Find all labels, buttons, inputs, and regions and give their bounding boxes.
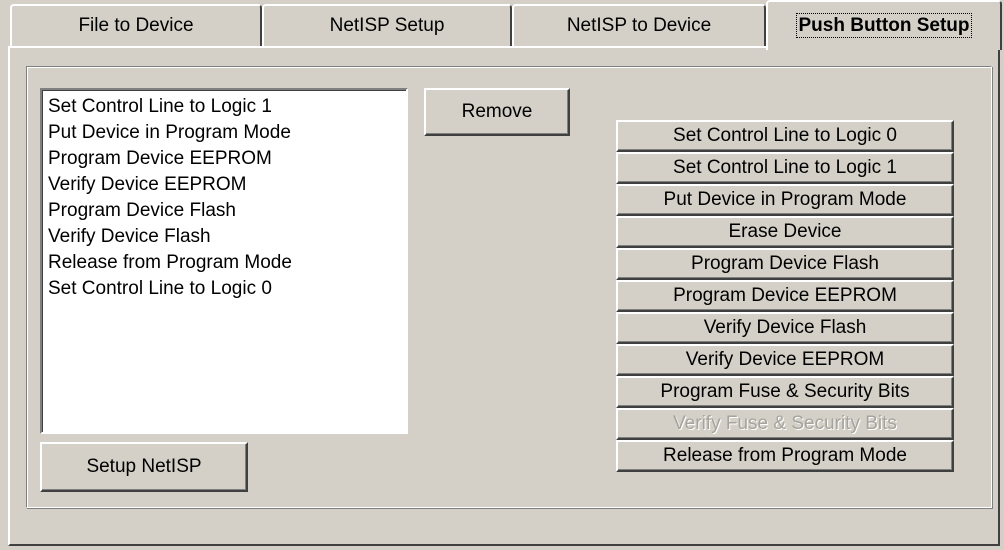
- remove-button[interactable]: Remove: [424, 88, 570, 136]
- program-fuse-security-bits-button[interactable]: Program Fuse & Security Bits: [616, 376, 954, 408]
- tab-push-button-setup[interactable]: Push Button Setup: [766, 0, 1002, 50]
- verify-device-eeprom-button[interactable]: Verify Device EEPROM: [616, 344, 954, 376]
- tab-label: File to Device: [78, 15, 194, 36]
- push-button-setup-window: File to Device NetISP Setup NetISP to De…: [0, 0, 1004, 550]
- verify-fuse-security-bits-button: Verify Fuse & Security Bits: [616, 408, 954, 440]
- tab-file-to-device[interactable]: File to Device: [10, 4, 262, 48]
- program-device-eeprom-button[interactable]: Program Device EEPROM: [616, 280, 954, 312]
- list-item[interactable]: Set Control Line to Logic 1: [48, 94, 400, 120]
- put-device-in-program-mode-button[interactable]: Put Device in Program Mode: [616, 184, 954, 216]
- list-item[interactable]: Verify Device Flash: [48, 224, 400, 250]
- list-item[interactable]: Program Device EEPROM: [48, 146, 400, 172]
- setup-netisp-button[interactable]: Setup NetISP: [40, 442, 248, 492]
- list-item[interactable]: Set Control Line to Logic 0: [48, 276, 400, 302]
- set-control-line-logic-0-button[interactable]: Set Control Line to Logic 0: [616, 120, 954, 152]
- sequence-listbox[interactable]: Set Control Line to Logic 1 Put Device i…: [40, 88, 408, 434]
- release-from-program-mode-button[interactable]: Release from Program Mode: [616, 440, 954, 472]
- list-item[interactable]: Put Device in Program Mode: [48, 120, 400, 146]
- program-device-flash-button[interactable]: Program Device Flash: [616, 248, 954, 280]
- set-control-line-logic-1-button[interactable]: Set Control Line to Logic 1: [616, 152, 954, 184]
- tab-netisp-to-device[interactable]: NetISP to Device: [512, 4, 766, 48]
- verify-device-flash-button[interactable]: Verify Device Flash: [616, 312, 954, 344]
- tab-label: Push Button Setup: [795, 13, 973, 38]
- tab-label: NetISP Setup: [329, 15, 445, 36]
- tab-label: NetISP to Device: [566, 15, 712, 36]
- tab-netisp-setup[interactable]: NetISP Setup: [262, 4, 512, 48]
- list-item[interactable]: Program Device Flash: [48, 198, 400, 224]
- list-item[interactable]: Release from Program Mode: [48, 250, 400, 276]
- list-item[interactable]: Verify Device EEPROM: [48, 172, 400, 198]
- erase-device-button[interactable]: Erase Device: [616, 216, 954, 248]
